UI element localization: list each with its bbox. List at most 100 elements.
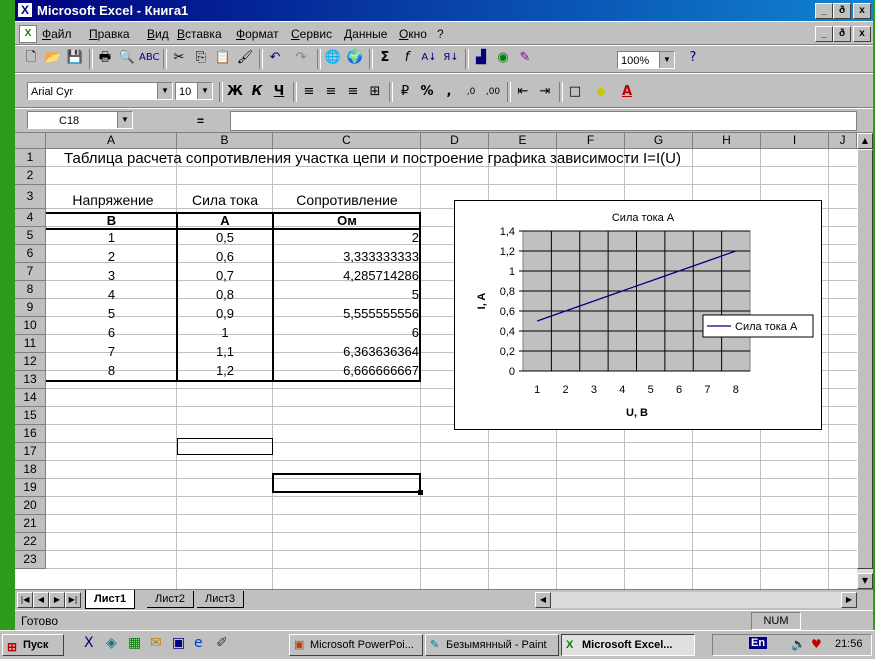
cell-voltage[interactable]: 6 [46, 325, 177, 341]
header-resistance[interactable]: Сопротивление [273, 190, 421, 210]
column-header-j[interactable]: J [829, 133, 857, 149]
column-header-b[interactable]: B [177, 133, 273, 149]
align-center-icon[interactable]: ≡ [321, 82, 341, 102]
row-header-2[interactable]: 2 [15, 167, 46, 185]
row-header-12[interactable]: 12 [15, 353, 46, 371]
fill-handle[interactable] [418, 490, 423, 495]
unit-current[interactable]: А [177, 213, 273, 229]
column-header-c[interactable]: C [273, 133, 421, 149]
active-cell-c18[interactable] [272, 473, 421, 493]
cell-current[interactable]: 0,9 [177, 306, 273, 322]
task-paint[interactable]: ✎Безымянный - Paint [425, 634, 559, 656]
chart-wizard-icon[interactable]: ▟ [471, 48, 491, 68]
cell-current[interactable]: 0,5 [177, 230, 273, 246]
paste-icon[interactable]: 📋 [213, 48, 233, 68]
hyperlink-icon[interactable]: 🌐 [323, 48, 343, 68]
scroll-left-icon[interactable]: ◀ [535, 592, 551, 608]
menu-format[interactable]: Формат [236, 27, 279, 41]
row-header-18[interactable]: 18 [15, 461, 46, 479]
cell-resistance[interactable]: 6,666666667 [273, 363, 419, 379]
menu-help[interactable]: ? [437, 27, 444, 41]
row-header-20[interactable]: 20 [15, 497, 46, 515]
open-icon[interactable]: 📂 [43, 48, 63, 68]
borders-icon[interactable]: □ [565, 82, 585, 102]
excel-app-icon[interactable]: X [18, 3, 32, 17]
next-sheet-icon[interactable]: ▶ [49, 592, 65, 608]
row-header-15[interactable]: 15 [15, 407, 46, 425]
function-icon[interactable]: f [397, 48, 417, 68]
web-toolbar-icon[interactable]: 🌍 [345, 48, 365, 68]
font-color-icon[interactable]: A [617, 82, 637, 102]
menu-file[interactable]: Файл [42, 27, 72, 41]
decrease-indent-icon[interactable]: ⇤ [513, 82, 533, 102]
copy-icon[interactable]: ⎘ [191, 48, 211, 68]
cell-resistance[interactable]: 5,555555556 [273, 306, 419, 322]
select-all-corner[interactable] [15, 133, 46, 149]
header-voltage[interactable]: Напряжение [49, 190, 177, 210]
bold-icon[interactable]: Ж [225, 82, 245, 102]
redo-icon[interactable]: ↷ [291, 48, 311, 68]
row-header-22[interactable]: 22 [15, 533, 46, 551]
cell-voltage[interactable]: 4 [46, 287, 177, 303]
row-header-13[interactable]: 13 [15, 371, 46, 389]
tray-icon[interactable]: ♥ [811, 637, 822, 651]
size-select[interactable]: 10 ▼ [175, 82, 213, 100]
chevron-down-icon[interactable]: ▼ [117, 112, 132, 128]
cut-icon[interactable]: ✂ [169, 48, 189, 68]
increase-decimal-icon[interactable]: ,0 [461, 82, 481, 102]
cell-resistance[interactable]: 5 [273, 287, 419, 303]
quicklaunch-app-icon[interactable]: ▦ [128, 635, 141, 651]
quicklaunch-tools-icon[interactable]: ✐ [216, 635, 228, 651]
cell-voltage[interactable]: 5 [46, 306, 177, 322]
chevron-down-icon[interactable]: ▼ [157, 83, 172, 99]
column-header-i[interactable]: I [761, 133, 829, 149]
format-painter-icon[interactable]: 🖌 [235, 48, 255, 68]
doc-minimize-button[interactable]: _ [815, 26, 833, 42]
row-header-8[interactable]: 8 [15, 281, 46, 299]
scroll-right-icon[interactable]: ▶ [841, 592, 857, 608]
menu-view[interactable]: Вид [147, 27, 169, 41]
underline-icon[interactable]: Ч [269, 82, 289, 102]
fill-color-icon[interactable]: ◆ [591, 82, 611, 102]
chart-object[interactable]: 00,20,40,60,811,21,412345678Сила тока АU… [454, 200, 822, 430]
increase-indent-icon[interactable]: ⇥ [535, 82, 555, 102]
row-header-14[interactable]: 14 [15, 389, 46, 407]
menu-tools[interactable]: Сервис [291, 27, 332, 41]
first-sheet-icon[interactable]: |◀ [17, 592, 33, 608]
row-header-19[interactable]: 19 [15, 479, 46, 497]
menu-insert[interactable]: Вставка [177, 27, 222, 41]
map-icon[interactable]: ◉ [493, 48, 513, 68]
formula-equals[interactable]: = [197, 114, 204, 128]
scroll-down-icon[interactable]: ▼ [857, 573, 873, 589]
sort-ascending-icon[interactable]: A↓ [419, 48, 439, 68]
close-button[interactable]: x [853, 3, 871, 19]
horizontal-scrollbar[interactable]: ◀ ▶ [535, 592, 857, 608]
row-header-5[interactable]: 5 [15, 227, 46, 245]
scroll-up-icon[interactable]: ▲ [857, 133, 873, 149]
cell-resistance[interactable]: 6,363636364 [273, 344, 419, 360]
quicklaunch-word-icon[interactable]: ▣ [172, 635, 185, 651]
align-right-icon[interactable]: ≡ [343, 82, 363, 102]
font-select[interactable]: Arial Cyr ▼ [27, 82, 173, 100]
minimize-button[interactable]: _ [815, 3, 833, 19]
row-header-9[interactable]: 9 [15, 299, 46, 317]
name-box[interactable]: C18 ▼ [27, 111, 133, 129]
formula-input[interactable] [230, 111, 857, 131]
start-button[interactable]: ⊞ Пуск [2, 634, 64, 656]
print-icon[interactable]: 🖶 [95, 48, 115, 68]
tab-sheet3[interactable]: Лист3 [197, 591, 244, 608]
scroll-thumb[interactable] [857, 149, 873, 569]
sheet-title[interactable]: Таблица расчета сопротивления участка це… [64, 150, 681, 166]
menu-edit[interactable]: Правка [89, 27, 130, 41]
workbook-icon[interactable]: X [19, 25, 37, 43]
decrease-decimal-icon[interactable]: ,00 [483, 82, 503, 102]
comma-style-icon[interactable]: , [439, 82, 459, 102]
cell-b16-outline[interactable] [177, 438, 273, 455]
task-excel[interactable]: XMicrosoft Excel... [561, 634, 695, 656]
currency-icon[interactable]: ₽ [395, 82, 415, 102]
unit-resistance[interactable]: Ом [273, 213, 421, 229]
quicklaunch-excel-icon[interactable]: X [84, 635, 94, 651]
row-header-4[interactable]: 4 [15, 209, 46, 227]
cell-resistance[interactable]: 2 [273, 230, 419, 246]
merge-center-icon[interactable]: ⊞ [365, 82, 385, 102]
